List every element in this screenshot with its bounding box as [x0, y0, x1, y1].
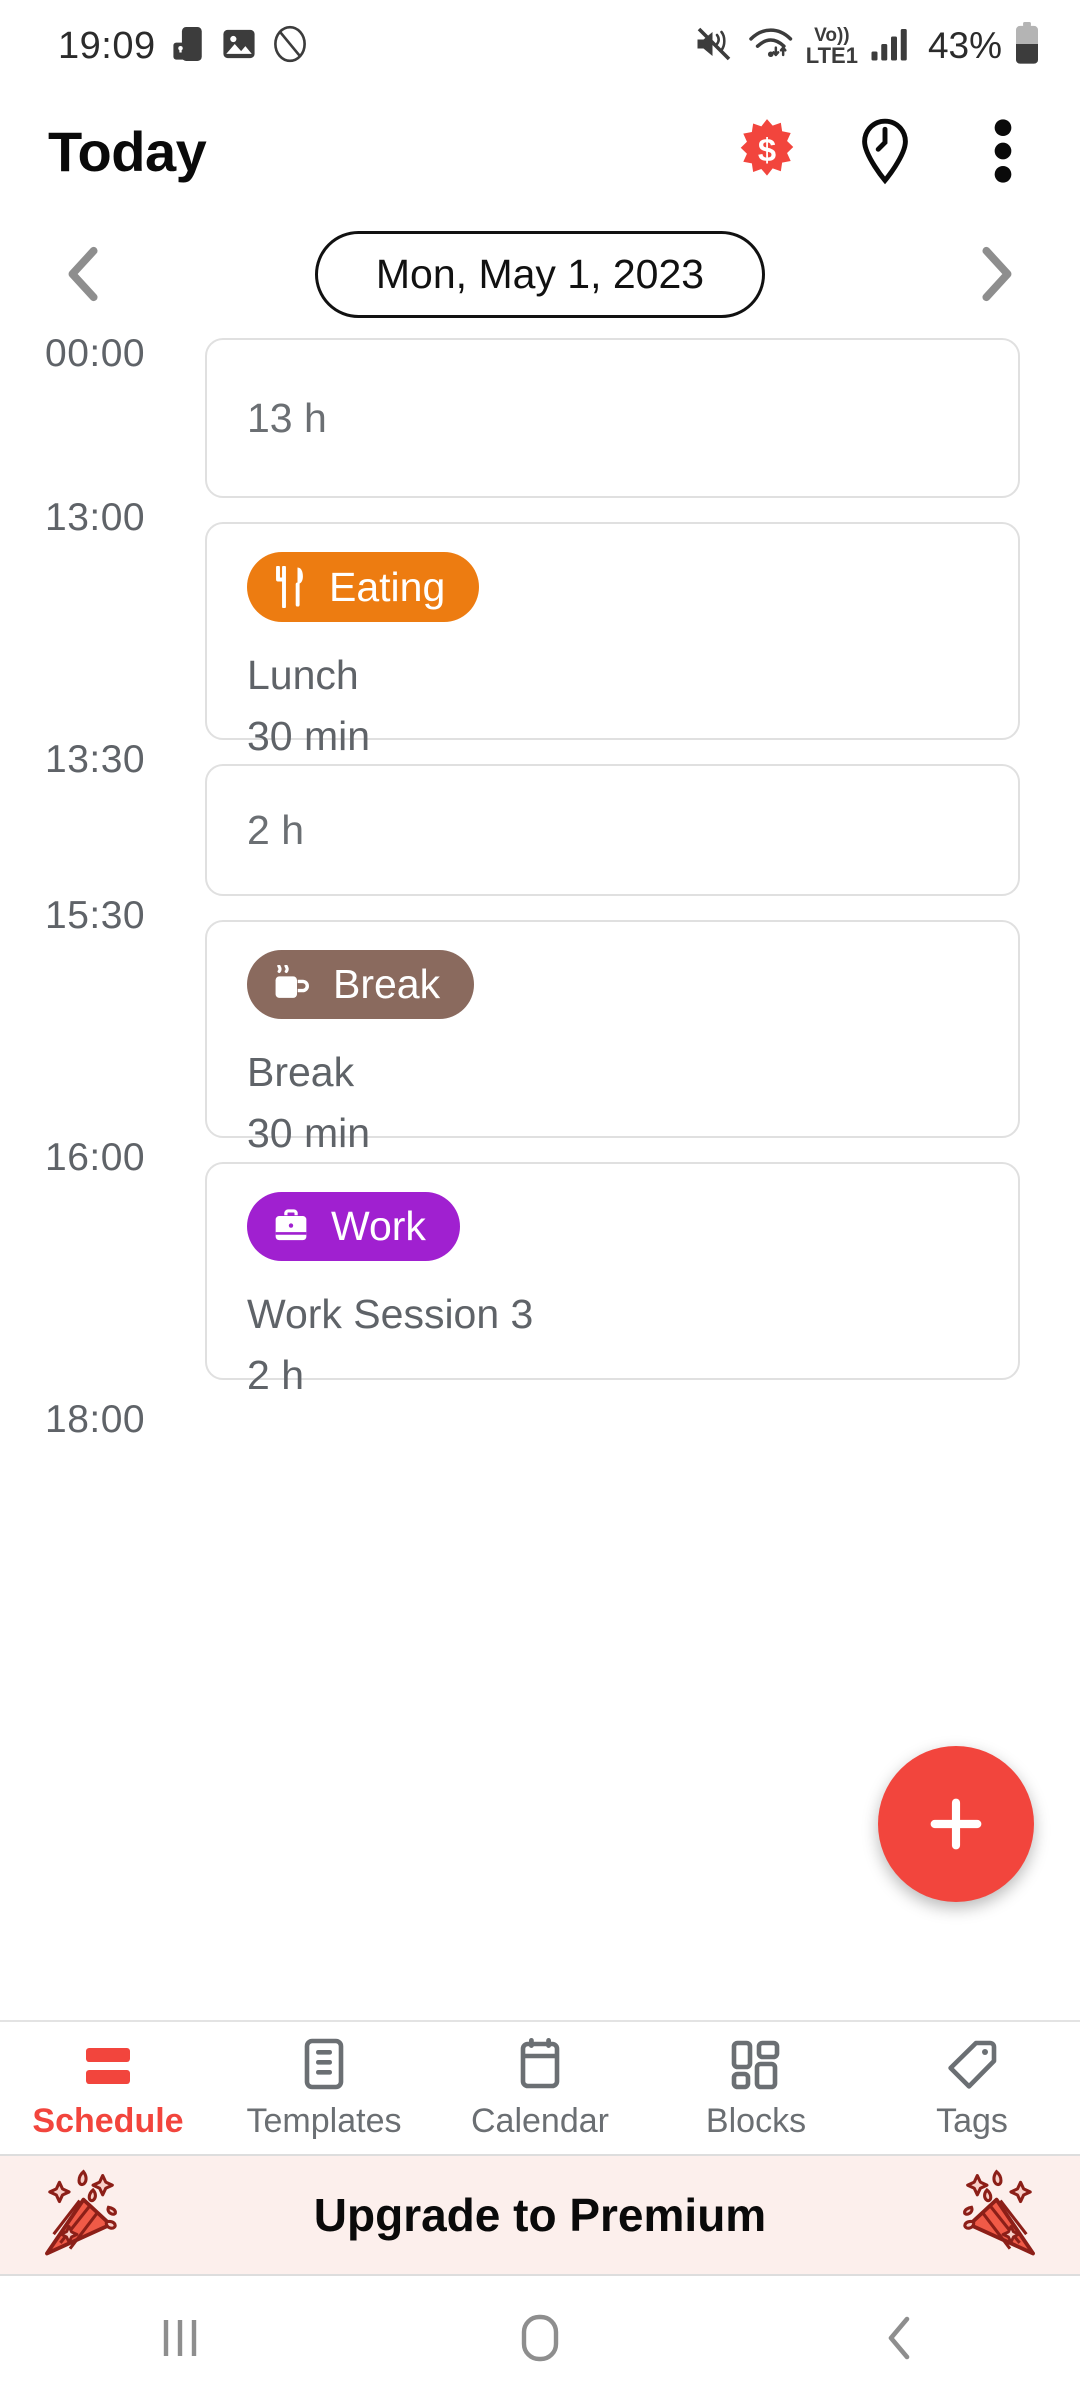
overflow-menu-icon[interactable] — [972, 119, 1034, 183]
briefcase-icon — [273, 1208, 309, 1246]
nav-item-schedule[interactable]: Schedule — [0, 2036, 216, 2141]
volte-label-top: Vo)) — [814, 24, 850, 46]
status-clock: 19:09 — [58, 24, 156, 67]
timeline-row: 13:00 Eating Lunch 30 min — [0, 496, 1080, 759]
time-label: 13:00 — [45, 496, 146, 539]
schedule-timeline[interactable]: 00:00 13 h 13:00 Eating Lunch 30 min 13:… — [0, 338, 1080, 2020]
upgrade-premium-label: Upgrade to Premium — [313, 2189, 767, 2241]
page-title: Today — [48, 119, 207, 183]
timeline-row: 00:00 13 h — [0, 338, 1080, 498]
time-label: 15:30 — [45, 894, 146, 937]
time-column: 13:30 — [0, 738, 205, 896]
schedule-icon — [82, 2036, 134, 2090]
event-tag-label: Work — [331, 1203, 426, 1249]
time-column: 00:00 — [0, 338, 205, 498]
time-label: 00:00 — [45, 338, 146, 375]
nav-item-tags[interactable]: Tags — [864, 2036, 1080, 2141]
event-tag[interactable]: Break — [247, 950, 475, 1019]
calendar-icon — [517, 2036, 563, 2090]
app-bar-actions: $ — [736, 118, 1034, 185]
coffee-cup-icon — [273, 964, 311, 1005]
time-label: 18:00 — [45, 1398, 146, 1441]
entry-column: Eating Lunch 30 min — [205, 522, 1080, 759]
event-tag[interactable]: Eating — [247, 552, 480, 622]
image-icon — [222, 27, 256, 66]
phone-lock-icon — [172, 25, 206, 68]
event-tag-label: Break — [333, 961, 441, 1007]
timeline-row: 16:00 18:00 Work Work Session 3 2 h — [0, 1136, 1080, 1441]
time-label: 13:30 — [45, 738, 146, 781]
premium-dollar-badge[interactable]: $ — [736, 119, 798, 182]
event-card[interactable]: Work Work Session 3 2 h — [205, 1162, 1020, 1398]
nav-label: Schedule — [32, 2101, 184, 2140]
nav-label: Calendar — [471, 2101, 609, 2140]
phone-screen: 19:09 Vo)) LTE1 43% Today $ Mon, May 1, … — [0, 0, 1080, 2400]
nav-label: Tags — [936, 2101, 1008, 2140]
gap-card[interactable]: 13 h — [205, 338, 1020, 498]
event-title: Lunch — [247, 652, 359, 698]
back-icon[interactable] — [845, 2283, 955, 2393]
time-column: 15:30 — [0, 894, 205, 1138]
gap-duration: 2 h — [247, 806, 304, 853]
entry-column: Work Work Session 3 2 h — [205, 1162, 1080, 1398]
app-bar: Today $ — [0, 92, 1080, 210]
gap-card[interactable]: 2 h — [205, 764, 1020, 896]
bottom-navigation: Schedule Templates Calendar Blocks Tags — [0, 2020, 1080, 2154]
event-title: Work Session 3 — [247, 1291, 534, 1337]
nav-item-blocks[interactable]: Blocks — [648, 2036, 864, 2141]
no-ads-icon — [272, 25, 308, 68]
current-date-pill[interactable]: Mon, May 1, 2023 — [314, 230, 766, 318]
timeline-row: 15:30 Break Break 30 min — [0, 894, 1080, 1156]
fork-knife-icon — [273, 566, 307, 608]
party-popper-icon-right — [926, 2165, 1044, 2265]
signal-icon — [870, 26, 912, 67]
svg-text:$: $ — [758, 131, 776, 168]
time-location-icon[interactable] — [854, 118, 916, 185]
blocks-icon — [731, 2036, 781, 2090]
upgrade-premium-banner[interactable]: Upgrade to Premium — [0, 2154, 1080, 2276]
gap-duration: 13 h — [247, 394, 327, 441]
wifi-icon — [746, 25, 794, 68]
status-bar-left: 19:09 — [58, 25, 308, 68]
event-title: Break — [247, 1049, 355, 1095]
time-label: 16:00 — [45, 1136, 146, 1179]
nav-item-templates[interactable]: Templates — [216, 2036, 432, 2141]
event-tag[interactable]: Work — [247, 1192, 460, 1261]
entry-column: Break Break 30 min — [205, 920, 1080, 1156]
battery-icon — [1014, 21, 1040, 71]
time-column: 16:00 18:00 — [0, 1136, 205, 1441]
timeline-inner: 00:00 13 h 13:00 Eating Lunch 30 min 13:… — [0, 338, 1080, 1441]
plus-icon — [930, 1798, 982, 1850]
status-bar-right: Vo)) LTE1 43% — [694, 21, 1040, 71]
timeline-row: 13:30 2 h — [0, 738, 1080, 896]
battery-percent-label: 43% — [927, 25, 1002, 66]
event-card[interactable]: Break Break 30 min — [205, 920, 1020, 1156]
nav-label: Blocks — [705, 2101, 807, 2140]
event-duration: 30 min — [247, 713, 371, 759]
volte-label-bottom: LTE1 — [805, 42, 858, 68]
entry-column: 13 h — [205, 338, 1080, 498]
templates-icon — [302, 2036, 346, 2090]
home-icon[interactable] — [485, 2283, 595, 2393]
tag-icon — [947, 2036, 997, 2090]
previous-day-button[interactable] — [54, 244, 114, 304]
mute-icon — [694, 26, 734, 67]
date-navigator: Mon, May 1, 2023 — [0, 210, 1080, 338]
event-tag-label: Eating — [329, 563, 446, 610]
volte-icon: Vo)) LTE1 — [806, 26, 858, 67]
status-bar: 19:09 Vo)) LTE1 43% — [0, 0, 1080, 92]
next-day-button[interactable] — [966, 244, 1026, 304]
nav-item-calendar[interactable]: Calendar — [432, 2036, 648, 2141]
android-nav-bar — [0, 2276, 1080, 2400]
add-entry-button[interactable] — [878, 1746, 1034, 1902]
time-column: 13:00 — [0, 496, 205, 740]
recents-icon[interactable] — [125, 2283, 235, 2393]
nav-label: Templates — [246, 2101, 402, 2140]
entry-column: 2 h — [205, 764, 1080, 896]
event-duration: 30 min — [247, 1110, 371, 1156]
party-popper-icon-left — [36, 2165, 154, 2265]
event-duration: 2 h — [247, 1352, 304, 1398]
event-card[interactable]: Eating Lunch 30 min — [205, 522, 1020, 759]
